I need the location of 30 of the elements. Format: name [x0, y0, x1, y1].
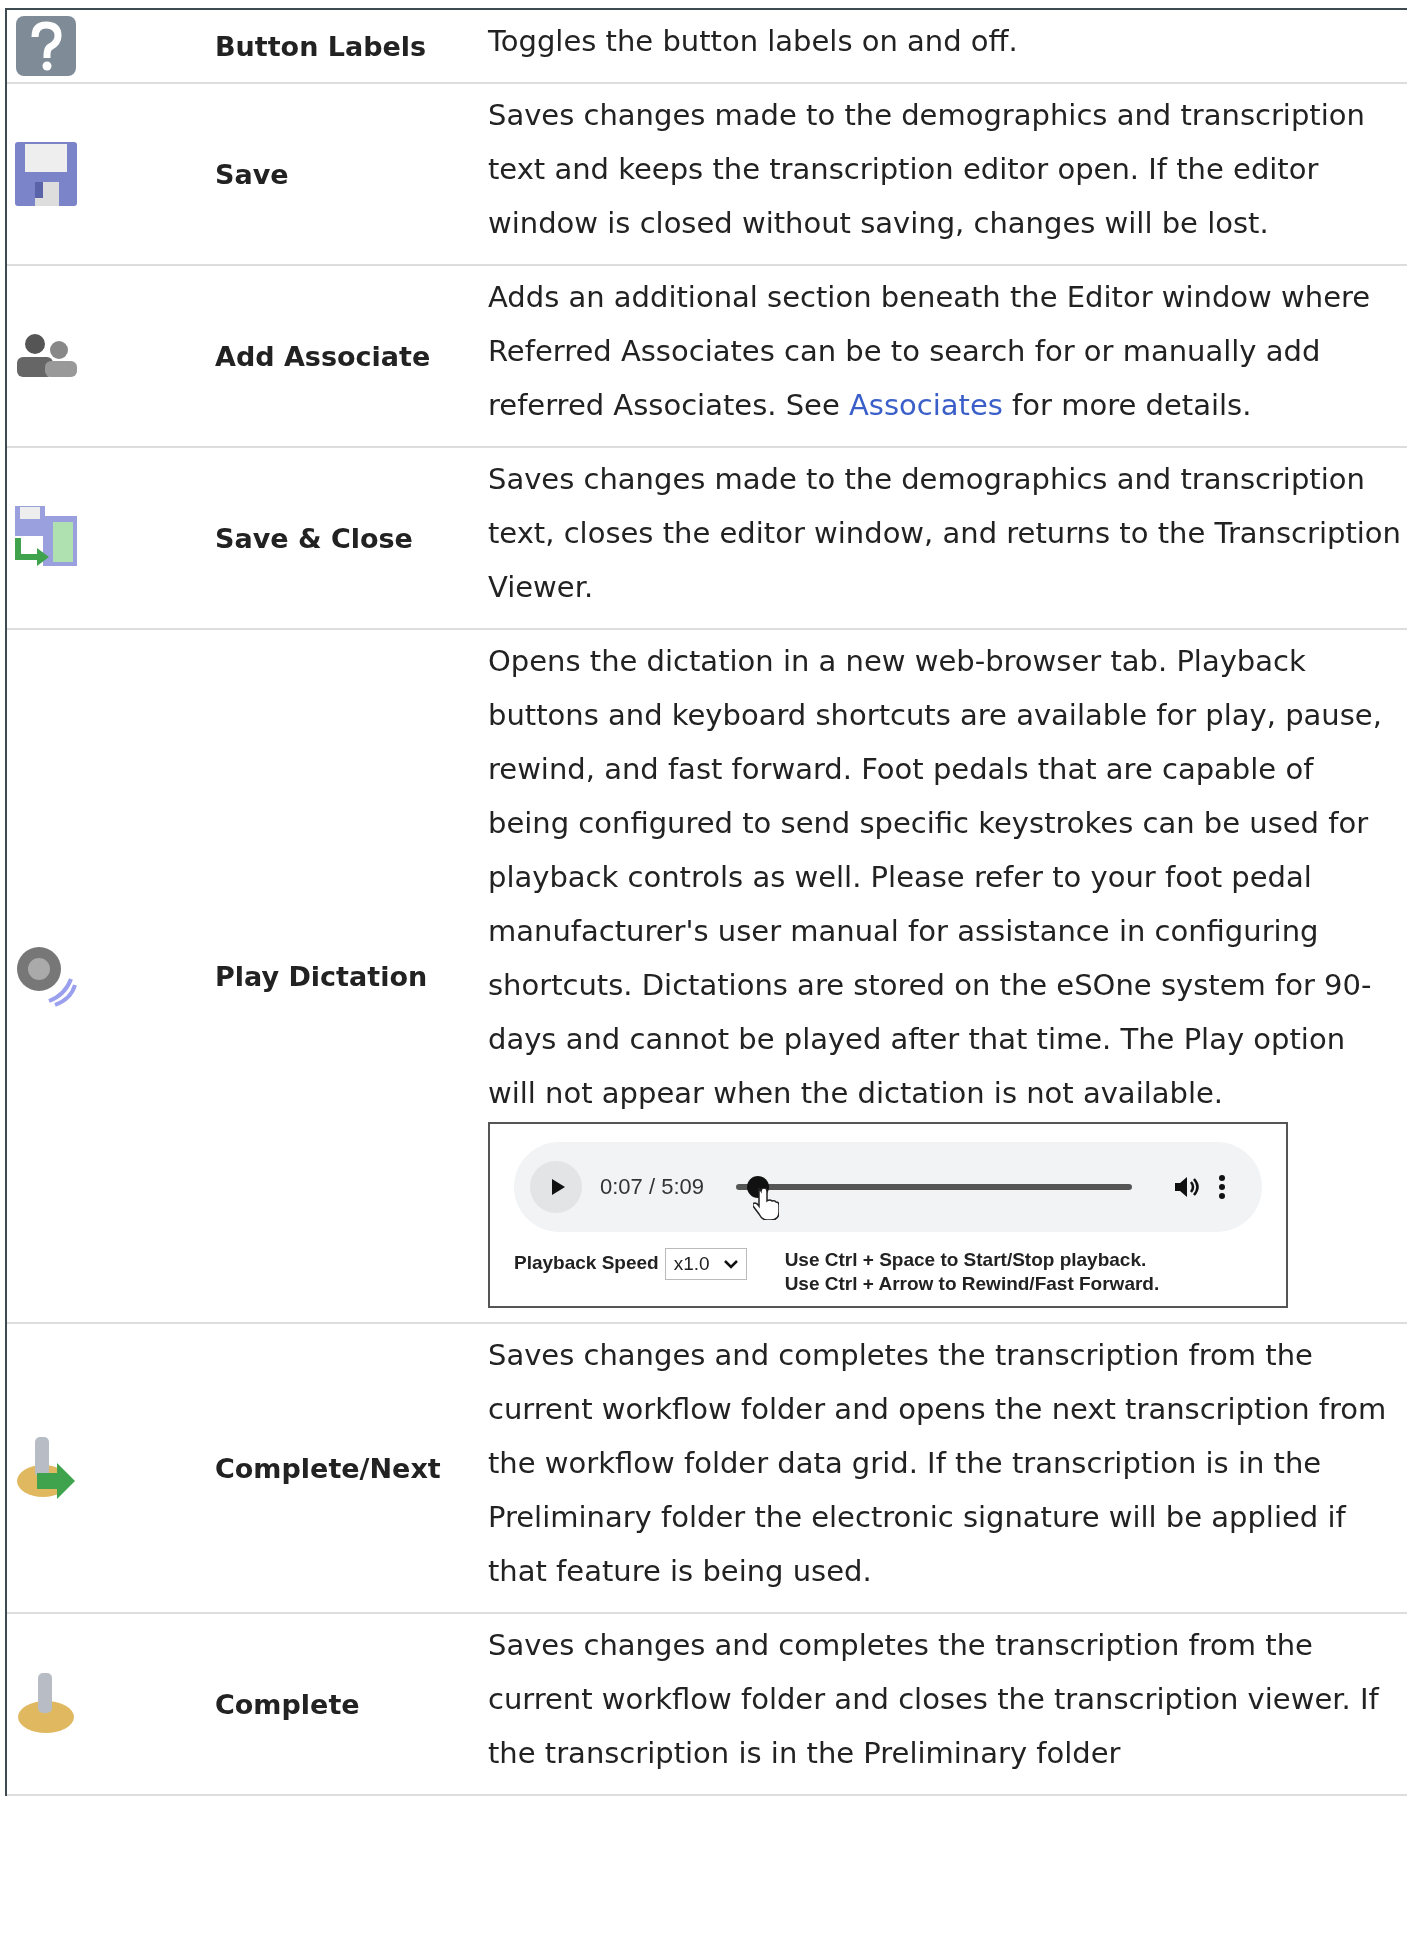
button-name: Save — [215, 158, 289, 190]
help-icon — [15, 15, 77, 77]
volume-icon[interactable] — [1174, 1176, 1200, 1198]
playback-time: 0:07 / 5:09 — [600, 1174, 704, 1200]
playback-speed-select[interactable]: x1.0 — [664, 1248, 747, 1280]
description-text: Saves changes and completes the transcription from the current workflow folder and opens the next transcription from the workflow folder data grid. If the transcription is in the Preliminary folder the electronic signature will be applied if that feature is being used. — [488, 1337, 1388, 1590]
speaker-icon — [15, 945, 77, 1007]
description-text: Adds an additional section beneath the Editor window where Referred Associates can be to search for or manually add referred Associates. See Associates for more details. — [488, 279, 1372, 424]
people-icon — [15, 333, 77, 379]
button-name: Save & Close — [215, 522, 413, 554]
playback-speed-label: Playback Speed — [514, 1252, 659, 1274]
play-button[interactable] — [530, 1161, 582, 1213]
description-text: Opens the dictation in a new web-browser tab. Playback buttons and keyboard shortcuts are available for play, pause, rewind, and fast forward. Foot pedals that are capable of being configured to send specific keystrokes can be used for playback controls as well. Please refer to your foot pedal manufacturer's user manual for assistance in configuring shortcuts. Dictations are stored on the eSOne system for 90-days and cannot be played after that time. The Play option will not appear when the dictation is not available. — [488, 643, 1383, 1112]
seek-slider[interactable] — [736, 1176, 1132, 1198]
button-name: Complete — [215, 1688, 360, 1720]
description-text: Saves changes made to the demographics and transcription text, closes the editor window, and returns to the Transcription Viewer. — [488, 461, 1401, 606]
associates-link[interactable]: Associates — [849, 388, 1003, 422]
button-name: Button Labels — [215, 30, 427, 62]
description-text: Toggles the button labels on and off. — [488, 23, 1019, 60]
chevron-down-icon — [723, 1259, 738, 1269]
hand-cursor-icon — [753, 1188, 780, 1220]
more-options-icon[interactable] — [1218, 1175, 1226, 1199]
button-name: Add Associate — [215, 340, 431, 372]
shortcut-hint: Use Ctrl + Space to Start/Stop playback. — [784, 1248, 1148, 1272]
shortcut-hint: Use Ctrl + Arrow to Rewind/Fast Forward. — [784, 1272, 1160, 1296]
play-icon — [550, 1178, 566, 1196]
button-name: Complete/Next — [215, 1452, 441, 1484]
description-text: Saves changes and completes the transcription from the current workflow folder and closes the transcription viewer. If the transcription is in the Preliminary folder — [488, 1627, 1381, 1772]
button-name: Play Dictation — [215, 960, 428, 992]
description-text: Saves changes made to the demographics and transcription text and keeps the transcription editor open. If the editor window is closed without saving, changes will be lost. — [488, 97, 1366, 242]
